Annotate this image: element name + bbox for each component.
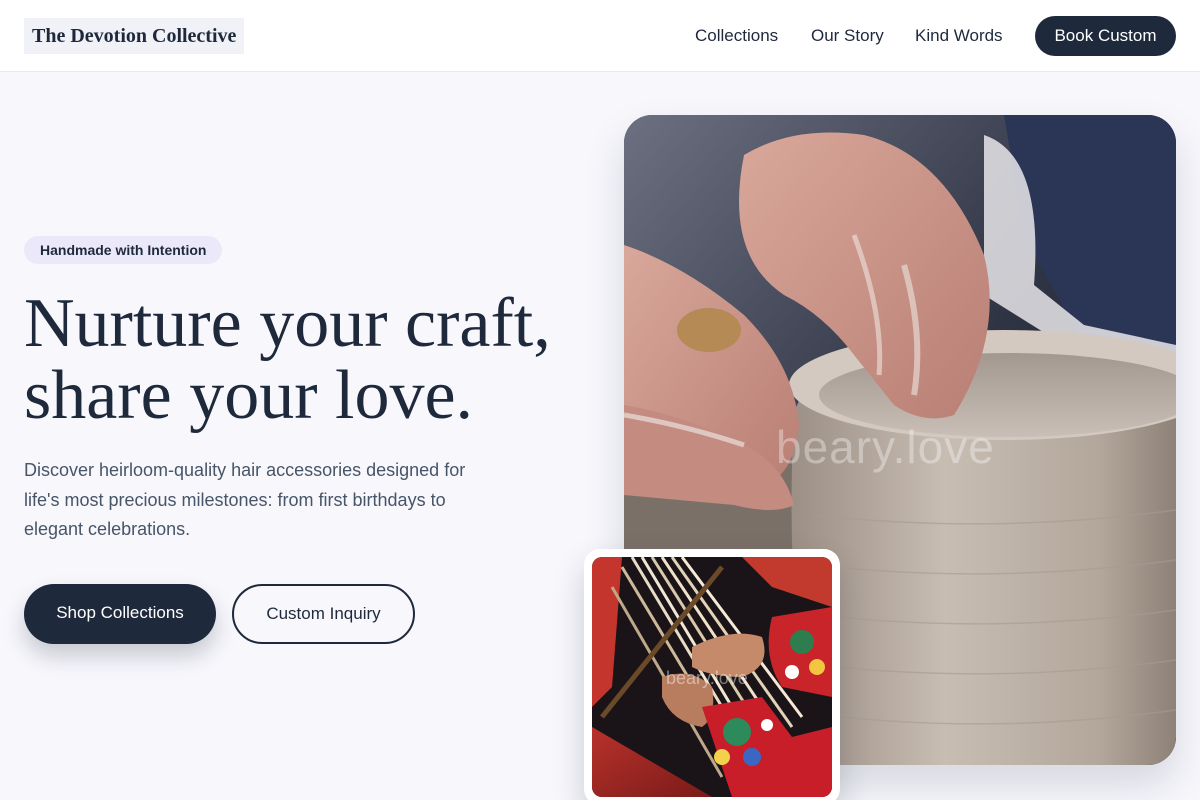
nav-link-our-story[interactable]: Our Story xyxy=(811,24,884,48)
nav-link-collections[interactable]: Collections xyxy=(695,24,778,48)
site-header: The Devotion Collective Collections Our … xyxy=(0,0,1200,72)
shop-collections-button[interactable]: Shop Collections xyxy=(24,584,216,644)
headline-line-2: share your love. xyxy=(24,357,474,434)
site-logo[interactable]: The Devotion Collective xyxy=(24,18,245,54)
custom-inquiry-button[interactable]: Custom Inquiry xyxy=(232,584,415,644)
main-image-watermark: beary.love xyxy=(776,421,995,473)
hero-description: Discover heirloom-quality hair accessori… xyxy=(24,460,466,539)
hero-badge: Handmade with Intention xyxy=(24,236,223,264)
nav-link-kind-words[interactable]: Kind Words xyxy=(915,24,1003,48)
book-custom-button[interactable]: Book Custom xyxy=(1035,16,1176,56)
hero-headline: Nurture your craft, share your love. xyxy=(24,288,604,432)
headline-line-1: Nurture your craft, xyxy=(24,285,551,362)
inset-image-watermark: beary.love xyxy=(666,668,748,688)
